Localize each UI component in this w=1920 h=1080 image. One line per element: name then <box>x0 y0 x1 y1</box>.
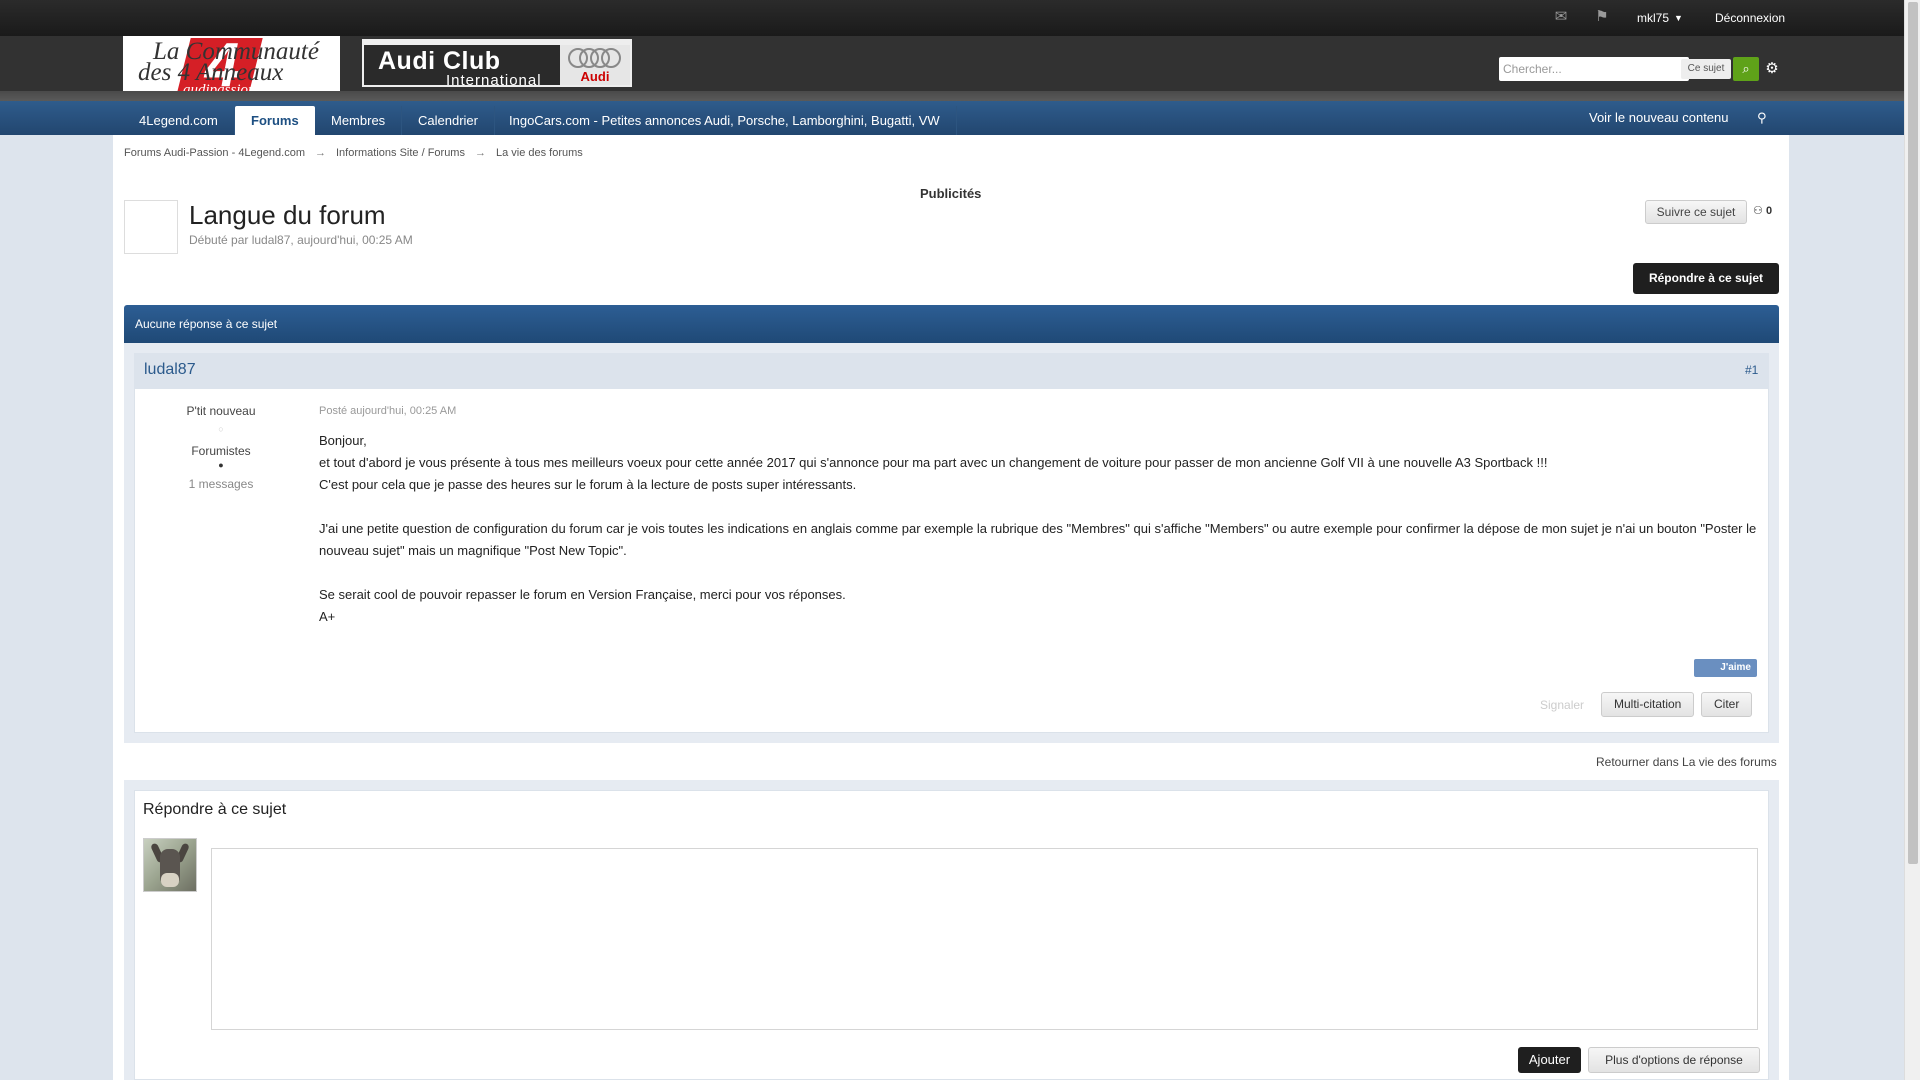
post-line: A+ <box>319 609 336 624</box>
site-logo[interactable]: 4 La Communauté des 4 Anneaux audipassio… <box>123 36 340 101</box>
author-post-count: 1 messages <box>188 477 254 491</box>
breadcrumb-item[interactable]: Forums Audi-Passion - 4Legend.com <box>124 147 305 159</box>
page-title: Langue du forum <box>189 200 386 230</box>
more-reply-options-button[interactable]: Plus d'options de réponse <box>1588 1047 1760 1073</box>
search-input[interactable] <box>1503 60 1678 78</box>
multiquote-button[interactable]: Multi-citation <box>1601 692 1695 717</box>
back-to-forum-link[interactable]: Retourner dans La vie des forums <box>1596 755 1777 769</box>
topic-started-by: Débuté par ludal87, aujourd'hui, 00:25 A… <box>189 233 413 247</box>
post-line: Se serait cool de pouvoir repasser le fo… <box>319 587 846 602</box>
followers-number: 0 <box>1765 205 1773 217</box>
author-rank: P'tit nouveau <box>186 404 256 418</box>
replies-header: Aucune réponse à ce sujet <box>124 305 1779 343</box>
post-line: J'ai une petite question de configuratio… <box>319 521 1757 558</box>
post-number[interactable]: #1 <box>1745 363 1758 377</box>
audi-club-logo[interactable]: Audi Club International Audi <box>362 39 632 89</box>
report-link[interactable]: Signaler <box>1540 698 1584 712</box>
followers-count[interactable]: ⚇ 0 <box>1753 204 1772 217</box>
follow-topic-button[interactable]: Suivre ce sujet <box>1645 200 1747 224</box>
reply-editor[interactable] <box>211 848 1758 1030</box>
author-group: Forumistes <box>191 444 251 458</box>
breadcrumb-separator: → <box>474 147 486 159</box>
user-avatar[interactable] <box>143 838 197 892</box>
breadcrumb-separator: → <box>314 147 326 159</box>
post-line: et tout d'abord je vous présente à tous … <box>319 455 1548 470</box>
username: mkl75 <box>1637 11 1670 25</box>
topic-author-avatar[interactable] <box>124 200 178 254</box>
tab-ingocars[interactable]: IngoCars.com - Petites annonces Audi, Po… <box>493 106 957 135</box>
location-pin-icon[interactable]: ⚲ <box>1757 101 1767 135</box>
post-header <box>134 353 1769 389</box>
post-line: Bonjour, <box>319 433 367 448</box>
post-line: C'est pour cela que je passe des heures … <box>319 477 857 492</box>
rank-pip-icon: ○ <box>218 424 224 434</box>
gear-icon[interactable]: ⚙ <box>1761 57 1783 81</box>
tab-calendrier[interactable]: Calendrier <box>402 106 495 135</box>
international-text: International <box>446 72 542 89</box>
search-scope[interactable]: Ce sujet <box>1681 59 1731 79</box>
tab-membres[interactable]: Membres <box>315 106 403 135</box>
quote-button[interactable]: Citer <box>1701 692 1753 717</box>
chevron-down-icon: ▼ <box>1674 13 1683 23</box>
search-icon: ⌕ <box>1742 61 1750 76</box>
main-nav: 4Legend.com Forums Membres Calendrier In… <box>0 101 1904 135</box>
ads-label: Publicités <box>920 186 982 201</box>
breadcrumb: Forums Audi-Passion - 4Legend.com → Inform… <box>124 147 583 159</box>
search-button[interactable]: ⌕ <box>1733 57 1759 81</box>
user-menu[interactable]: mkl75 ▼ <box>1637 11 1683 25</box>
like-button[interactable]: J'aime <box>1694 659 1757 677</box>
submit-reply-button[interactable]: Ajouter <box>1518 1047 1581 1073</box>
breadcrumb-item[interactable]: La vie des forums <box>496 147 583 159</box>
new-content-link[interactable]: Voir le nouveau contenu <box>1589 101 1729 135</box>
scrollbar-thumb[interactable] <box>1908 2 1918 864</box>
audi-rings-icon <box>568 48 622 68</box>
reply-title: Répondre à ce sujet <box>143 801 287 818</box>
audi-badge: Audi <box>560 45 630 85</box>
group-dot-icon: ● <box>218 460 224 470</box>
post-line <box>319 562 1759 584</box>
search-box <box>1499 57 1689 81</box>
logo-site: audipassion.com <box>183 82 285 98</box>
logout-link[interactable]: Déconnexion <box>1715 11 1785 25</box>
post-author[interactable]: ludal87 <box>144 361 196 379</box>
post-body: Bonjour, et tout d'abord je vous présent… <box>319 430 1759 628</box>
audi-word: Audi <box>580 69 610 84</box>
post-line <box>319 496 1759 518</box>
page-scrollbar[interactable] <box>1904 0 1920 1080</box>
notifications-icon[interactable]: ⚑ <box>1593 9 1611 25</box>
tab-4legend[interactable]: 4Legend.com <box>123 106 235 135</box>
reply-topic-button[interactable]: Répondre à ce sujet <box>1633 263 1779 294</box>
post-date: Posté aujourd'hui, 00:25 AM <box>319 405 457 417</box>
tab-forums[interactable]: Forums <box>235 106 315 135</box>
inbox-icon[interactable]: ✉ <box>1552 9 1570 25</box>
top-bar: ✉ ⚑ mkl75 ▼ Déconnexion <box>0 0 1904 36</box>
followers-icon: ⚇ <box>1753 205 1763 217</box>
breadcrumb-item[interactable]: Informations Site / Forums <box>336 147 465 159</box>
